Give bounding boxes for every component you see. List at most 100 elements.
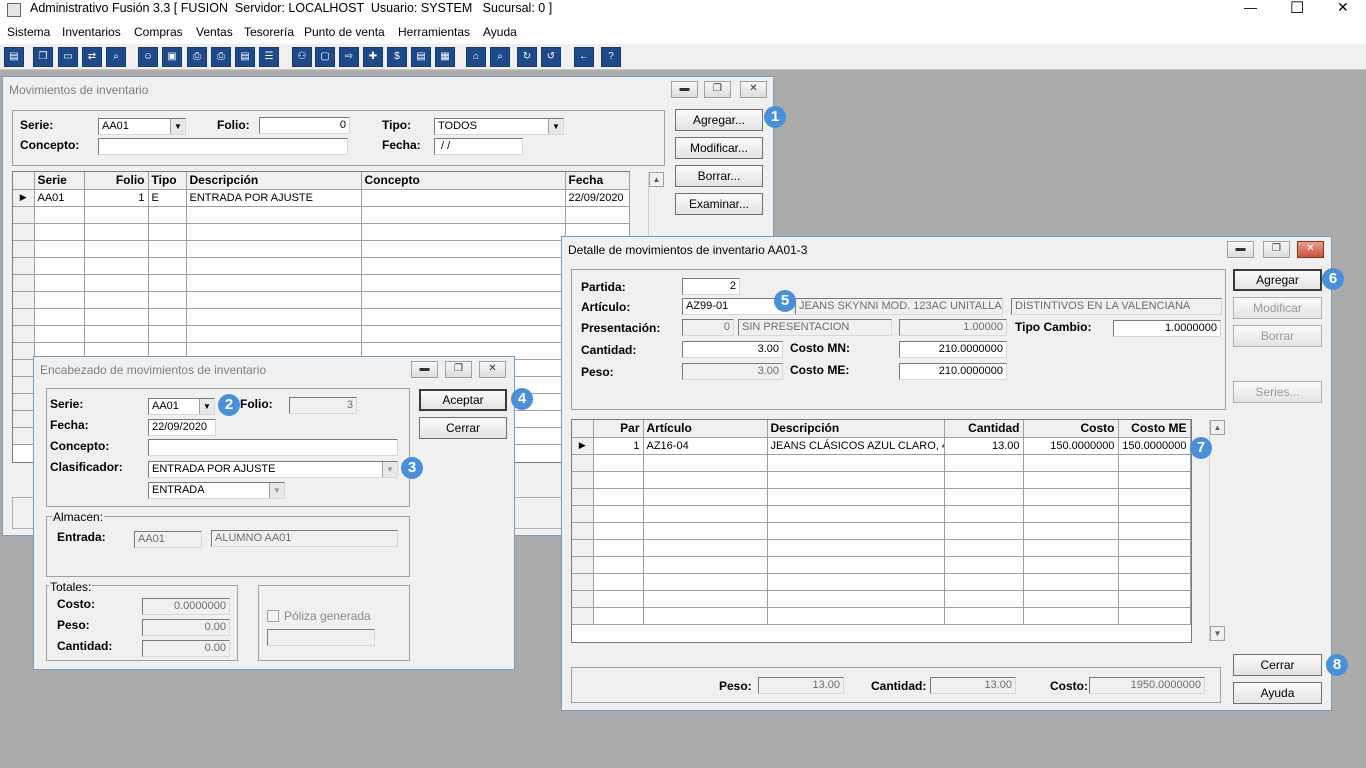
table-row[interactable] <box>13 206 630 224</box>
row-indicator[interactable] <box>13 393 35 411</box>
add-icon[interactable]: ✚ <box>363 47 383 67</box>
column-header[interactable]: Concepto <box>361 172 566 190</box>
costo-input[interactable]: 0.0000000 <box>142 598 230 615</box>
agregar-button[interactable]: Agregar... <box>675 109 763 131</box>
table-row[interactable] <box>13 257 630 275</box>
aceptar-button[interactable]: Aceptar <box>419 389 507 411</box>
row-indicator[interactable] <box>13 308 35 326</box>
costo-me-input[interactable]: 210.0000000 <box>899 363 1007 380</box>
row-indicator[interactable] <box>13 291 35 309</box>
binoculars-icon[interactable]: ⚇ <box>292 47 312 67</box>
table-row[interactable] <box>13 308 630 326</box>
poliza-checkbox[interactable] <box>267 610 279 622</box>
cerrar-button[interactable]: Cerrar <box>419 417 507 439</box>
row-indicator[interactable]: ▶ <box>13 189 35 207</box>
list-icon[interactable]: ☰ <box>259 47 279 67</box>
menu-ayuda[interactable]: Ayuda <box>483 25 517 39</box>
detalle-grid[interactable]: Par Artículo Descripción Cantidad Costo Costo… <box>571 419 1192 643</box>
back-icon[interactable]: ← <box>574 47 594 67</box>
menu-compras[interactable]: Compras <box>134 25 183 39</box>
borrar-button[interactable]: Borrar... <box>675 165 763 187</box>
fecha-input[interactable]: 22/09/2020 <box>148 419 216 436</box>
partida-input[interactable]: 2 <box>682 278 740 295</box>
row-indicator[interactable] <box>572 590 594 608</box>
row-indicator[interactable] <box>13 427 35 445</box>
chevron-down-icon[interactable]: ▼ <box>170 119 185 134</box>
restore-button[interactable]: ❐ <box>1263 241 1290 258</box>
row-indicator[interactable] <box>13 274 35 292</box>
cantidad-input[interactable]: 3.00 <box>682 341 783 358</box>
series-button[interactable]: Series... <box>1233 381 1322 403</box>
table-row[interactable] <box>13 240 630 258</box>
row-indicator[interactable] <box>572 539 594 557</box>
poliza-input[interactable] <box>267 629 375 646</box>
table-row[interactable] <box>572 573 1191 591</box>
borrar-button[interactable]: Borrar <box>1233 325 1322 347</box>
chevron-down-icon[interactable]: ▼ <box>548 119 563 134</box>
menu-herramientas[interactable]: Herramientas <box>398 25 470 39</box>
minimize-button[interactable]: ▬ <box>1227 241 1254 258</box>
detalle-scrollbar[interactable]: ▲ ▼ <box>1209 420 1225 642</box>
chevron-down-icon[interactable]: ▼ <box>199 399 214 414</box>
column-header[interactable]: Tipo <box>148 172 187 190</box>
minimize-button[interactable]: ▬ <box>411 361 438 378</box>
row-indicator[interactable] <box>572 471 594 489</box>
clasificador-tipo-combo[interactable]: ENTRADA ▼ <box>148 482 285 499</box>
table-row[interactable] <box>572 556 1191 574</box>
column-header[interactable]: Fecha <box>565 172 630 190</box>
printer-icon[interactable]: ⎙ <box>211 47 231 67</box>
peso-input[interactable]: 0.00 <box>142 619 230 636</box>
table-row[interactable] <box>572 471 1191 489</box>
modificar-button[interactable]: Modificar... <box>675 137 763 159</box>
row-indicator[interactable] <box>13 325 35 343</box>
transfer-icon[interactable]: ⇄ <box>82 47 102 67</box>
chevron-down-icon[interactable]: ▼ <box>382 462 397 477</box>
agregar-button[interactable]: Agregar <box>1233 269 1322 291</box>
cantidad-total-input[interactable]: 13.00 <box>930 677 1016 694</box>
tipo-cambio-input[interactable]: 1.0000000 <box>1113 320 1221 337</box>
fecha-input[interactable]: / / <box>434 138 523 155</box>
close-button[interactable]: ✕ <box>479 361 506 378</box>
maximize-button[interactable]: ☐ <box>1290 0 1304 18</box>
folio-input[interactable]: 0 <box>259 117 350 134</box>
minimize-button[interactable]: ▬ <box>671 81 698 98</box>
book-icon[interactable]: ▤ <box>4 47 24 67</box>
refresh-icon[interactable]: ↻ <box>517 47 537 67</box>
help-icon[interactable]: ? <box>601 47 621 67</box>
row-indicator[interactable] <box>572 488 594 506</box>
doc-arrow-icon[interactable]: ⇨ <box>339 47 359 67</box>
row-indicator[interactable] <box>572 607 594 625</box>
table-row[interactable] <box>572 539 1191 557</box>
close-button[interactable]: ✕ <box>1297 241 1324 258</box>
concepto-input[interactable] <box>148 439 398 456</box>
search-doc-icon[interactable]: ⌕ <box>106 47 126 67</box>
menu-ventas[interactable]: Ventas <box>196 25 233 39</box>
ayuda-button[interactable]: Ayuda <box>1233 682 1322 704</box>
row-indicator[interactable] <box>13 359 35 377</box>
presentacion-desc-input[interactable]: SIN PRESENTACION <box>738 319 892 336</box>
chevron-down-icon[interactable]: ▼ <box>269 483 284 498</box>
scroll-down-icon[interactable]: ▼ <box>1210 626 1225 641</box>
column-header[interactable]: Costo <box>1023 420 1119 438</box>
user-icon[interactable]: ☺ <box>138 47 158 67</box>
folio-input[interactable]: 3 <box>289 397 357 414</box>
row-indicator[interactable] <box>13 206 35 224</box>
row-indicator[interactable] <box>572 522 594 540</box>
row-indicator[interactable] <box>572 573 594 591</box>
minimize-button[interactable]: — <box>1244 0 1257 15</box>
row-indicator[interactable] <box>572 505 594 523</box>
serie-combo[interactable]: AA01 ▼ <box>98 118 186 135</box>
row-indicator[interactable] <box>13 223 35 241</box>
row-indicator[interactable] <box>13 410 35 428</box>
serie-combo[interactable]: AA01 ▼ <box>148 398 215 415</box>
tipo-combo[interactable]: TODOS ▼ <box>434 118 564 135</box>
table-row[interactable] <box>13 325 630 343</box>
clasificador-combo[interactable]: ENTRADA POR AJUSTE ▼ <box>148 461 398 478</box>
peso-total-input[interactable]: 13.00 <box>758 677 844 694</box>
column-header[interactable]: Folio <box>84 172 149 190</box>
table-row[interactable]: ▶ 1 AZ16-04 JEANS CLÁSICOS AZUL CLARO, 450 1… <box>572 437 1191 455</box>
box-icon[interactable]: ▢ <box>315 47 335 67</box>
row-indicator[interactable] <box>572 556 594 574</box>
column-header[interactable]: Par <box>593 420 644 438</box>
dollar-icon[interactable]: $ <box>387 47 407 67</box>
